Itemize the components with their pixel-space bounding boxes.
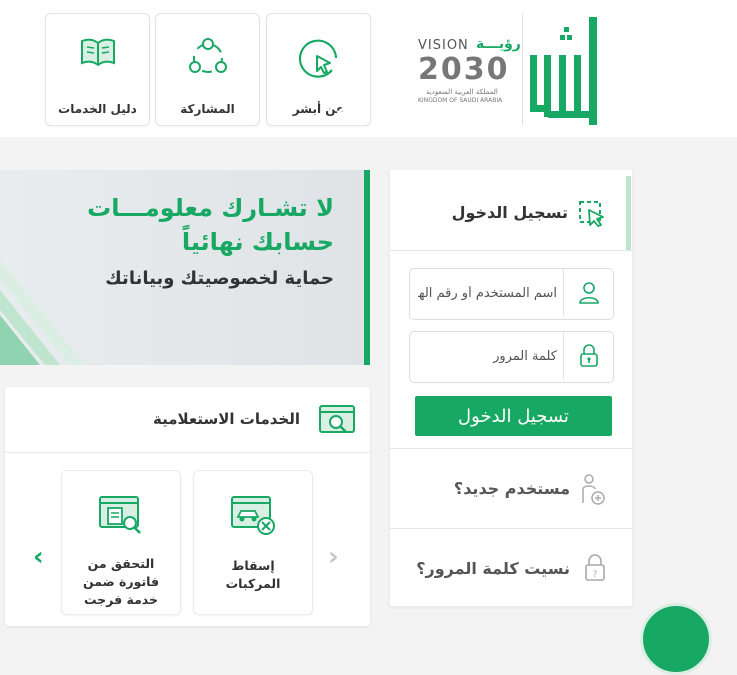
forgot-password-label: نسيت كلمة المرور؟ — [416, 559, 570, 578]
svg-text:?: ? — [593, 570, 598, 580]
lock-icon — [563, 332, 613, 380]
banner-next-chevron-icon[interactable]: ‹ — [335, 95, 347, 128]
service-card-label: إسقاط المركبات — [225, 558, 281, 591]
vehicle-drop-icon — [194, 495, 312, 537]
login-button[interactable]: تسجيل الدخول — [415, 396, 612, 436]
logo-divider — [522, 14, 523, 126]
nav-service-guide[interactable]: دليل الخدمات — [45, 13, 150, 126]
nav-label: دليل الخدمات — [58, 102, 137, 116]
chat-button[interactable] — [640, 603, 712, 675]
nav-participation[interactable]: المشاركة — [155, 13, 260, 126]
cursor-pointer-icon — [267, 36, 370, 82]
inquiry-services-panel: الخدمات الاستعلامية — [5, 387, 370, 626]
service-card-vehicle-drop[interactable]: إسقاط المركبات — [193, 470, 313, 615]
forgot-password-link[interactable]: نسيت كلمة المرور؟ ? — [390, 528, 632, 608]
services-prev-arrow-icon[interactable]: ‹ — [33, 542, 44, 572]
book-icon — [46, 36, 149, 68]
services-title: الخدمات الاستعلامية — [152, 410, 300, 428]
awareness-banner: لا تشـارك معلومـــات حسابك نهائياً حماية… — [0, 170, 370, 365]
banner-line-2: حسابك نهائياً — [181, 228, 334, 256]
share-network-icon — [156, 36, 259, 80]
vision-2030-logo: VISION رؤيـــة 2030 المملكة العربية السع… — [412, 30, 522, 110]
username-input[interactable] — [414, 281, 561, 305]
lock-help-icon: ? — [584, 553, 606, 587]
banner-line-3: حماية لخصوصيتك وبياناتك — [105, 268, 334, 289]
username-field — [409, 268, 614, 320]
user-icon — [563, 269, 613, 317]
vision-year: 2030 — [418, 52, 510, 87]
banner-line-1: لا تشـارك معلومـــات — [87, 194, 334, 222]
add-user-icon — [580, 473, 606, 511]
password-input[interactable] — [414, 344, 561, 368]
new-user-label: مستخدم جديد؟ — [453, 479, 570, 498]
nav-about-absher[interactable]: عن أبشر — [266, 13, 371, 126]
nav-label: المشاركة — [180, 102, 235, 116]
login-cursor-icon — [578, 200, 606, 232]
login-accent-bar — [626, 176, 631, 250]
login-panel: تسجيل الدخول تسجيل الدخول — [390, 170, 632, 606]
login-title: تسجيل الدخول — [451, 203, 568, 222]
vision-arabic: رؤيـــة — [476, 36, 521, 52]
absher-logo — [526, 15, 606, 127]
nav-label: عن أبشر — [292, 102, 345, 116]
vision-word: VISION — [418, 38, 469, 53]
vision-country-en: KINGDOM OF SAUDI ARABIA — [418, 97, 503, 104]
password-field — [409, 331, 614, 383]
service-card-label: التحقق من فاتورة ضمن خدمة فرجت — [82, 556, 160, 607]
search-window-icon — [318, 403, 356, 441]
services-next-arrow-icon[interactable]: › — [328, 542, 339, 572]
banner-accent-bar — [364, 170, 370, 365]
service-card-invoice-check[interactable]: التحقق من فاتورة ضمن خدمة فرجت — [61, 470, 181, 615]
services-header: الخدمات الاستعلامية — [5, 387, 370, 453]
vision-country-ar: المملكة العربية السعودية — [426, 88, 498, 96]
invoice-search-icon — [62, 495, 180, 537]
new-user-link[interactable]: مستخدم جديد؟ — [390, 448, 632, 528]
login-header: تسجيل الدخول — [390, 170, 632, 251]
